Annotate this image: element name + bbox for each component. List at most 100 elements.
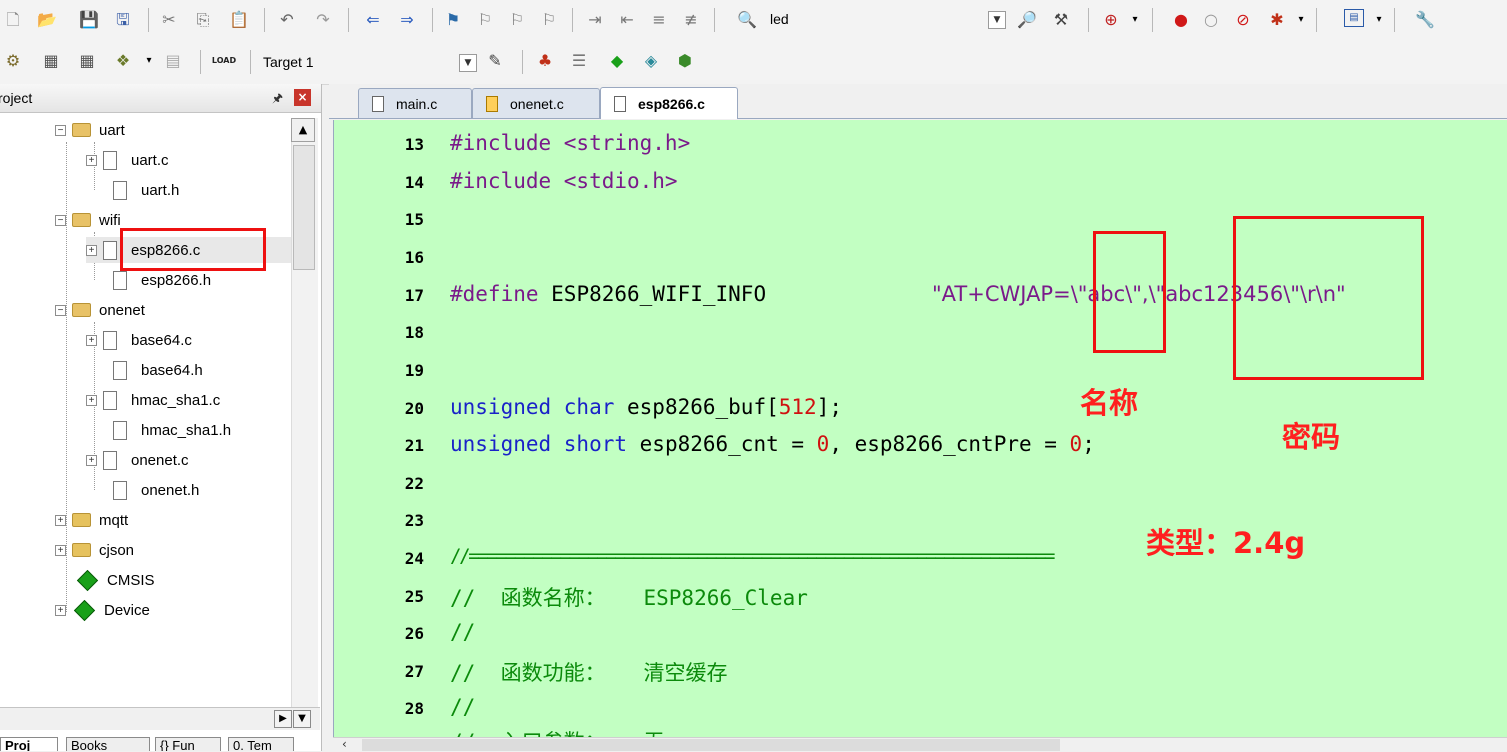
save-icon[interactable]: 💾 <box>78 9 100 31</box>
tree-horizontal-scrollbar[interactable] <box>0 707 320 730</box>
expand-icon[interactable]: + <box>86 334 97 346</box>
manage-components-icon[interactable]: ♣ <box>534 50 556 72</box>
expand-icon[interactable]: + <box>55 544 66 556</box>
chevron-down-icon[interactable]: ▾ <box>1124 9 1146 31</box>
nav-back-icon[interactable]: ⇐ <box>362 9 384 31</box>
expand-icon[interactable]: + <box>55 514 66 526</box>
tab-templates[interactable]: 0. Tem <box>228 737 294 751</box>
comment-icon[interactable]: ≡ <box>648 9 670 31</box>
file-extensions-icon[interactable]: ☰ <box>568 50 590 72</box>
bookmark-icon[interactable]: ⚑ <box>442 9 464 31</box>
batch-build-icon[interactable]: ❖ <box>112 50 134 72</box>
tree-folder-cjson[interactable]: + cjson <box>55 537 134 563</box>
collapse-icon[interactable]: − <box>55 304 66 316</box>
build-icon[interactable]: ▦ <box>40 50 62 72</box>
line-number: 21 <box>404 436 424 455</box>
rebuild-icon[interactable]: ▦ <box>76 50 98 72</box>
tree-folder-onenet[interactable]: − onenet <box>55 297 145 323</box>
expand-icon[interactable]: + <box>86 394 97 406</box>
prev-bookmark-icon[interactable]: ⚐ <box>474 9 496 31</box>
tree-component-cmsis[interactable]: CMSIS <box>76 567 155 593</box>
tab-onenet-c[interactable]: onenet.c <box>472 88 600 118</box>
window-icon[interactable]: ▤ <box>1344 9 1364 27</box>
save-all-icon[interactable]: 🖫 <box>112 9 134 31</box>
tree-file-hmac-sha1-c[interactable]: + hmac_sha1.c <box>86 387 220 413</box>
paste-icon[interactable]: 📋 <box>228 9 250 31</box>
collapse-icon[interactable]: − <box>55 214 66 226</box>
tree-file-uart-h[interactable]: uart.h <box>103 177 179 203</box>
jump-icon[interactable]: ⚒ <box>1050 9 1072 31</box>
new-file-icon[interactable]: 🗋 <box>2 9 24 31</box>
run-time-env-icon[interactable]: ◆ <box>606 50 628 72</box>
next-bookmark-icon[interactable]: ⚐ <box>506 9 528 31</box>
editor-scroll-thumb[interactable] <box>362 739 1060 751</box>
tree-file-hmac-sha1-h[interactable]: hmac_sha1.h <box>103 417 231 443</box>
uncomment-icon[interactable]: ≢ <box>680 9 702 31</box>
expand-icon[interactable]: + <box>86 154 97 166</box>
kill-breakpoints-icon[interactable]: ⊘ <box>1232 9 1254 31</box>
clear-bookmarks-icon[interactable]: ⚐ <box>538 9 560 31</box>
translate-icon[interactable]: ⚙ <box>2 50 24 72</box>
unindent-icon[interactable]: ⇤ <box>616 9 638 31</box>
comment-line: // 入口参数： 无 <box>450 726 665 737</box>
tree-file-onenet-c[interactable]: + onenet.c <box>86 447 189 473</box>
tab-books[interactable]: Books <box>66 737 150 751</box>
tree-component-device[interactable]: + Device <box>55 597 150 623</box>
tab-main-c[interactable]: main.c <box>358 88 472 118</box>
expand-icon[interactable]: + <box>55 604 66 616</box>
stop-build-icon[interactable]: ▤ <box>162 50 184 72</box>
cut-icon[interactable]: ✂ <box>158 9 180 31</box>
redo-icon[interactable]: ↷ <box>312 9 334 31</box>
tree-file-base64-h[interactable]: base64.h <box>103 357 203 383</box>
tree-file-base64-c[interactable]: + base64.c <box>86 327 192 353</box>
find-in-files-icon[interactable]: 🔍 <box>736 9 758 31</box>
tree-folder-mqtt[interactable]: + mqtt <box>55 507 128 533</box>
tab-functions[interactable]: {} Fun <box>155 737 221 751</box>
expand-icon[interactable]: + <box>86 244 97 256</box>
line-number: 28 <box>404 699 424 718</box>
chevron-down-icon[interactable]: ▾ <box>1290 9 1312 31</box>
tab-esp8266-c[interactable]: esp8266.c <box>600 87 738 119</box>
open-folder-icon[interactable]: 📂 <box>36 9 58 31</box>
nav-forward-icon[interactable]: ⇒ <box>396 9 418 31</box>
scroll-left-arrow-icon[interactable]: ‹ <box>342 737 347 751</box>
tree-folder-wifi[interactable]: − wifi <box>55 207 121 233</box>
wrench-icon[interactable]: 🔧 <box>1414 9 1436 31</box>
dropdown-icon[interactable]: ▼ <box>988 11 1006 29</box>
configure-icon[interactable]: ✱ <box>1266 9 1288 31</box>
target-combo-text[interactable]: led <box>770 11 789 27</box>
toolbar-separator <box>432 8 433 32</box>
load-icon[interactable]: LOAD <box>212 50 236 72</box>
tab-project[interactable]: Proj <box>0 737 58 751</box>
scroll-right-arrow-icon[interactable]: ▶ <box>274 710 292 728</box>
pack-installer-icon[interactable]: ◈ <box>640 50 662 72</box>
undo-icon[interactable]: ↶ <box>276 9 298 31</box>
debug-icon[interactable]: ⊕ <box>1100 9 1122 31</box>
scroll-down-arrow-icon[interactable]: ▼ <box>293 710 311 728</box>
disable-breakpoint-icon[interactable]: ○ <box>1200 9 1222 31</box>
find-icon[interactable]: 🔎 <box>1016 9 1038 31</box>
scroll-up-arrow-icon[interactable]: ▲ <box>291 118 315 142</box>
type-keyword: unsigned short <box>450 432 628 456</box>
tree-folder-uart[interactable]: − uart <box>55 117 125 143</box>
target-dropdown-icon[interactable]: ▼ <box>459 54 477 72</box>
indent-icon[interactable]: ⇥ <box>584 9 606 31</box>
tree-scroll-thumb[interactable] <box>293 145 315 270</box>
target-options-icon[interactable]: ✎ <box>484 50 506 72</box>
tree-item-label: hmac_sha1.c <box>131 391 221 409</box>
tree-file-uart-c[interactable]: + uart.c <box>86 147 169 173</box>
expand-icon[interactable]: + <box>86 454 97 466</box>
copy-icon[interactable]: ⎘ <box>192 9 214 31</box>
line-number: 27 <box>404 662 424 681</box>
chevron-down-icon[interactable]: ▾ <box>138 50 160 72</box>
file-icon <box>113 270 127 290</box>
breakpoint-icon[interactable]: ● <box>1170 9 1192 31</box>
target-select-value[interactable]: Target 1 <box>263 54 314 70</box>
chevron-down-icon[interactable]: ▾ <box>1368 9 1390 31</box>
comment-line: //======================================… <box>450 545 1055 567</box>
close-icon[interactable]: × <box>294 89 311 106</box>
pin-icon[interactable]: 🖈 <box>272 89 283 110</box>
tree-file-onenet-h[interactable]: onenet.h <box>103 477 199 503</box>
collapse-icon[interactable]: − <box>55 124 66 136</box>
select-packs-icon[interactable]: ⬢ <box>674 50 696 72</box>
